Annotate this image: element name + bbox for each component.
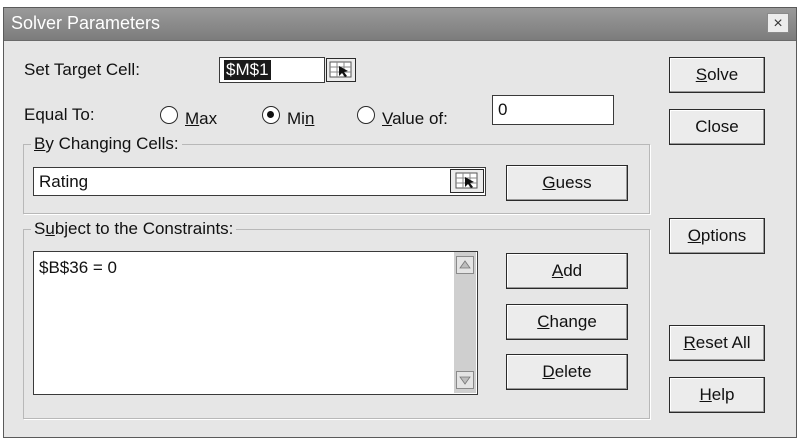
- constraints-list[interactable]: $B$36 = 0: [33, 251, 478, 395]
- value-of-input[interactable]: 0: [492, 95, 614, 125]
- delete-button[interactable]: Delete: [506, 354, 628, 390]
- radio-value-of-label: Value of:: [382, 109, 448, 128]
- equal-to-label: Equal To:: [24, 105, 95, 124]
- target-cell-input[interactable]: $M$1: [219, 57, 325, 83]
- target-cell-picker-button[interactable]: [326, 58, 356, 82]
- reset-all-button[interactable]: Reset All: [669, 325, 765, 361]
- radio-max-label: Max: [185, 109, 218, 128]
- radio-value-of[interactable]: [357, 106, 375, 124]
- changing-cells-label: By Changing Cells:: [31, 134, 182, 154]
- change-button[interactable]: Change: [506, 304, 628, 340]
- changing-cells-picker-button[interactable]: [450, 169, 484, 193]
- guess-button[interactable]: Guess: [506, 165, 628, 201]
- changing-cells-input[interactable]: Rating: [33, 167, 486, 196]
- close-icon[interactable]: ×: [767, 13, 789, 33]
- set-target-cell-label: Set Target Cell:: [24, 60, 140, 79]
- add-button[interactable]: Add: [506, 253, 628, 289]
- solver-parameters-dialog: Solver Parameters × Set Target Cell: $M$…: [3, 7, 797, 438]
- options-button[interactable]: Options: [669, 218, 765, 254]
- solve-button[interactable]: Solve: [669, 57, 765, 93]
- constraints-label: Subject to the Constraints:: [31, 219, 237, 239]
- constraint-item[interactable]: $B$36 = 0: [39, 258, 117, 278]
- radio-max[interactable]: [160, 106, 178, 124]
- triangle-up-icon[interactable]: [456, 256, 474, 274]
- radio-min[interactable]: [262, 106, 280, 124]
- close-button[interactable]: Close: [669, 109, 765, 145]
- value-of-value: 0: [498, 100, 508, 119]
- radio-min-selected-dot: [267, 111, 274, 118]
- cell-picker-icon: [329, 61, 352, 78]
- radio-min-label: Min: [287, 109, 315, 128]
- triangle-down-icon[interactable]: [456, 371, 474, 389]
- help-button[interactable]: Help: [669, 377, 765, 413]
- cell-picker-icon: [455, 172, 478, 189]
- title-bar: Solver Parameters ×: [4, 8, 796, 41]
- target-cell-value: $M$1: [224, 60, 271, 80]
- dialog-title: Solver Parameters: [11, 13, 161, 33]
- changing-cells-value: Rating: [39, 172, 89, 191]
